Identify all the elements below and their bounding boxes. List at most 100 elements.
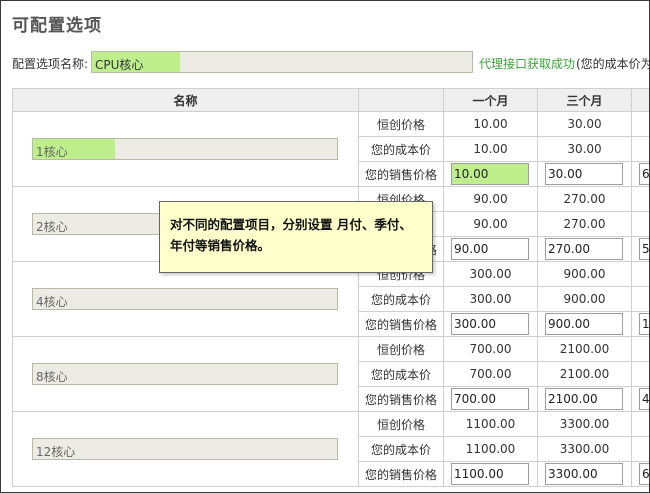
sale-price-input[interactable]: 18 [639,313,650,335]
option-name-value: CPU核心 [95,58,144,72]
pricing-table: 名称 一个月 三个月 1核心 恒创价格 10.00 30.00 您的成本价 10.00 30… [12,88,650,487]
overflow-cell [631,111,649,137]
option-value-input[interactable]: 1核心 [32,138,338,160]
price-value: 30.00 [537,111,632,137]
table-row: 12核心 恒创价格 1100.00 3300.00 [12,411,649,487]
option-name-cell: 12核心 [12,411,359,487]
overflow-cell [631,136,649,162]
sale-price-value: 54 [642,242,650,256]
header-name: 名称 [12,88,359,112]
option-name-label: 配置选项名称: [12,57,89,71]
header-one-month: 一个月 [443,88,538,112]
sale-price-value: 10.00 [454,167,489,181]
sale-price-value: 300.00 [454,317,496,331]
price-value: 3300.00 [537,411,632,437]
header-three-months: 三个月 [537,88,632,112]
option-value-input[interactable]: 4核心 [32,288,338,310]
overflow-cell [631,411,649,437]
tooltip-line-1: 对不同的配置项目，分别设置 月付、季付、 [170,217,412,232]
row-label: 恒创价格 [358,111,444,137]
option-value-input[interactable]: 12核心 [32,438,338,460]
option-name-input[interactable]: CPU核心 [91,51,473,73]
row-label: 您的成本价 [358,286,444,312]
option-name-cell: 8核心 [12,336,359,412]
sale-price-value: 30.00 [548,167,583,181]
cost-value: 2100.00 [537,361,632,387]
row-label: 恒创价格 [358,411,444,437]
header-more [631,88,649,112]
sale-price-input[interactable]: 90.00 [451,238,529,260]
api-status-link[interactable]: 代理接口获取成功 [479,55,575,72]
sale-price-input[interactable]: 66 [639,463,650,485]
row-label: 您的成本价 [358,436,444,462]
tooltip-line-2: 年付等销售价格。 [170,238,271,253]
sale-price-cell: 900.00 [537,311,632,337]
sale-price-input[interactable]: 10.00 [451,163,529,185]
option-value-input[interactable]: 8核心 [32,363,338,385]
price-value: 2100.00 [537,336,632,362]
option-name-cell: 1核心 [12,111,359,187]
price-value: 700.00 [443,336,538,362]
overflow-cell [631,186,649,212]
sale-price-cell: 54 [631,236,650,262]
cost-value: 30.00 [537,136,632,162]
option-value-text: 12核心 [36,445,76,459]
sale-price-input[interactable]: 900.00 [545,313,623,335]
price-value: 10.00 [443,111,538,137]
sale-price-input[interactable]: 270.00 [545,238,623,260]
cost-value: 1100.00 [443,436,538,462]
sale-price-cell: 10.00 [443,161,538,187]
price-value: 90.00 [443,186,538,212]
option-value-text: 1核心 [36,145,68,159]
sale-price-cell: 42 [631,386,650,412]
sale-price-value: 900.00 [548,317,590,331]
overflow-cell [631,211,649,237]
overflow-cell [631,261,649,287]
sale-price-value: 18 [642,317,650,331]
sale-price-input[interactable]: 3300.00 [545,463,623,485]
table-header-row: 名称 一个月 三个月 [12,88,649,112]
sale-price-cell: 700.00 [443,386,538,412]
cost-value: 270.00 [537,211,632,237]
cost-value: 3300.00 [537,436,632,462]
overflow-cell [631,336,649,362]
sale-price-input[interactable]: 30.00 [545,163,623,185]
cost-value: 700.00 [443,361,538,387]
sale-price-input[interactable]: 700.00 [451,388,529,410]
price-value: 900.00 [537,261,632,287]
help-tooltip: 对不同的配置项目，分别设置 月付、季付、 年付等销售价格。 [159,201,433,273]
table-row: 1核心 恒创价格 10.00 30.00 [12,111,649,187]
row-label: 您的销售价格 [358,161,444,187]
price-value: 300.00 [443,261,538,287]
sale-price-cell: 300.00 [443,311,538,337]
row-label: 您的销售价格 [358,311,444,337]
price-value: 1100.00 [443,411,538,437]
cost-value: 300.00 [443,286,538,312]
sale-price-input[interactable]: 1100.00 [451,463,529,485]
option-value-text: 8核心 [36,370,68,384]
row-label: 您的成本价 [358,361,444,387]
cost-value: 90.00 [443,211,538,237]
sale-price-input[interactable]: 2100.00 [545,388,623,410]
sale-price-cell: 1100.00 [443,461,538,487]
sale-price-value: 60 [642,167,650,181]
overflow-cell [631,286,649,312]
sale-price-cell: 60 [631,161,650,187]
overflow-cell [631,436,649,462]
sale-price-value: 1100.00 [454,467,504,481]
overflow-cell [631,361,649,387]
row-label: 您的销售价格 [358,461,444,487]
sale-price-value: 90.00 [454,242,489,256]
sale-price-value: 42 [642,392,650,406]
sale-price-value: 66 [642,467,650,481]
sale-price-input[interactable]: 60 [639,163,650,185]
sale-price-input[interactable]: 42 [639,388,650,410]
sale-price-value: 270.00 [548,242,590,256]
sale-price-cell: 30.00 [537,161,632,187]
row-label: 您的成本价 [358,136,444,162]
sale-price-input[interactable]: 54 [639,238,650,260]
app-frame: 可配置选项 配置选项名称: CPU核心 代理接口获取成功 (您的成本价为 名称 … [0,0,650,493]
sale-price-input[interactable]: 300.00 [451,313,529,335]
table-row: 8核心 恒创价格 700.00 2100.00 [12,336,649,412]
option-value-text: 4核心 [36,295,68,309]
